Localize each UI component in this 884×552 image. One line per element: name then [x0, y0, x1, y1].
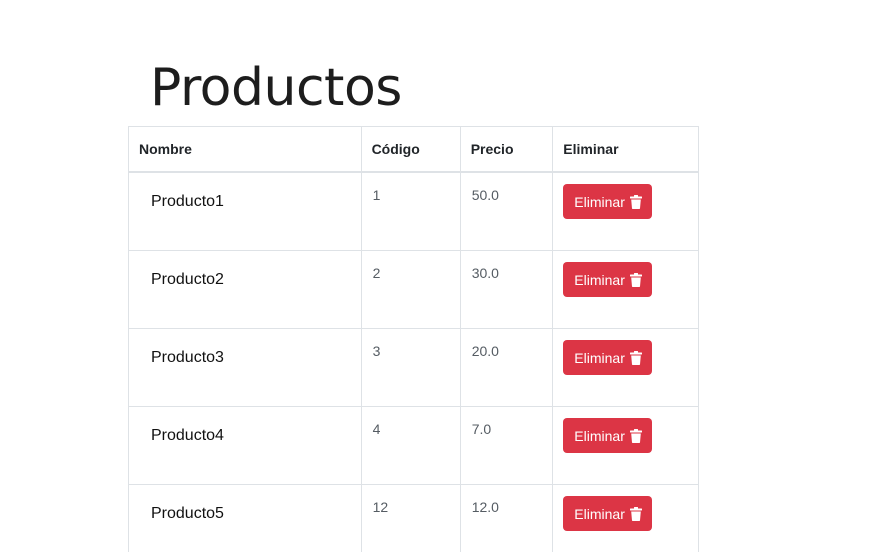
page-title: Productos [150, 58, 402, 118]
table-row: Producto3 3 20.0 Eliminar [128, 328, 699, 407]
delete-button-label: Eliminar [574, 427, 625, 444]
table-row: Producto1 1 50.0 Eliminar [128, 171, 699, 251]
product-name: Producto2 [128, 250, 362, 329]
product-name: Producto3 [128, 328, 362, 407]
product-price: 50.0 [459, 171, 554, 251]
column-header-code: Código [360, 126, 461, 173]
trash-icon [629, 506, 642, 521]
delete-button-label: Eliminar [574, 349, 625, 366]
column-header-delete: Eliminar [552, 126, 699, 173]
delete-button[interactable]: Eliminar [563, 496, 652, 531]
delete-button-label: Eliminar [574, 271, 625, 288]
product-price: 12.0 [459, 484, 554, 552]
column-header-price: Precio [459, 126, 554, 173]
table-row: Producto2 2 30.0 Eliminar [128, 250, 699, 329]
delete-button-label: Eliminar [574, 505, 625, 522]
product-price: 20.0 [459, 328, 554, 407]
table-row: Producto5 12 12.0 Eliminar [128, 484, 699, 552]
page: Productos Nombre Código Precio Eliminar … [0, 0, 884, 552]
product-name: Producto5 [128, 484, 362, 552]
trash-icon [629, 350, 642, 365]
product-name: Producto1 [128, 171, 362, 251]
trash-icon [629, 428, 642, 443]
action-cell: Eliminar [552, 171, 699, 251]
product-price: 30.0 [459, 250, 554, 329]
product-code: 3 [360, 328, 461, 407]
product-name: Producto4 [128, 406, 362, 485]
action-cell: Eliminar [552, 328, 699, 407]
action-cell: Eliminar [552, 484, 699, 552]
delete-button[interactable]: Eliminar [563, 340, 652, 375]
product-code: 1 [360, 171, 461, 251]
table-header: Nombre Código Precio Eliminar [128, 126, 699, 173]
product-price: 7.0 [459, 406, 554, 485]
delete-button-label: Eliminar [574, 193, 625, 210]
product-code: 4 [360, 406, 461, 485]
products-table: Nombre Código Precio Eliminar Producto1 … [128, 126, 699, 552]
table-row: Producto4 4 7.0 Eliminar [128, 406, 699, 485]
product-code: 2 [360, 250, 461, 329]
trash-icon [629, 272, 642, 287]
delete-button[interactable]: Eliminar [563, 262, 652, 297]
action-cell: Eliminar [552, 406, 699, 485]
header-row: Nombre Código Precio Eliminar [128, 126, 699, 173]
delete-button[interactable]: Eliminar [563, 418, 652, 453]
table-body: Producto1 1 50.0 Eliminar Producto2 2 30… [128, 171, 699, 552]
column-header-name: Nombre [128, 126, 362, 173]
action-cell: Eliminar [552, 250, 699, 329]
delete-button[interactable]: Eliminar [563, 184, 652, 219]
product-code: 12 [360, 484, 461, 552]
trash-icon [629, 194, 642, 209]
